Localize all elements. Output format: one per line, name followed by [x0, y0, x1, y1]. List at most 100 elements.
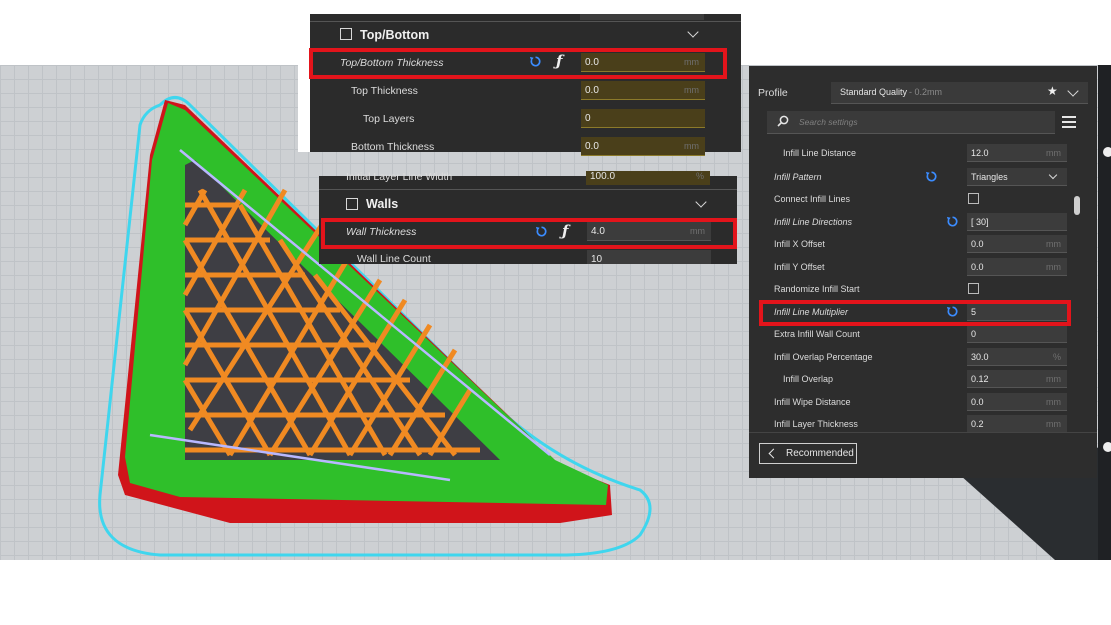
setting-value: 10: [591, 254, 603, 264]
setting-value-field[interactable]: 0.2 mm: [967, 415, 1067, 433]
section-divider: [310, 21, 741, 22]
connect-infill-checkbox[interactable]: [968, 193, 979, 204]
setting-value: 0.2: [971, 419, 984, 429]
profile-dropdown[interactable]: Standard Quality - 0.2mm ★: [831, 82, 1088, 104]
chevron-down-icon: [1048, 170, 1058, 180]
setting-row-wall-line-count[interactable]: Wall Line Count 10: [319, 248, 737, 264]
setting-value-field[interactable]: 0.0 mm: [967, 258, 1067, 276]
setting-row-infill-overlap[interactable]: Infill Overlap 0.12 mm: [749, 368, 1097, 390]
setting-label: Infill Line Multiplier: [774, 307, 849, 317]
function-icon[interactable]: ƒ: [556, 52, 562, 70]
setting-value-field[interactable]: [ 30]: [967, 213, 1067, 231]
setting-label: Connect Infill Lines: [774, 194, 851, 204]
setting-row-bottom-thickness[interactable]: Bottom Thickness 0.0 mm: [298, 134, 741, 160]
setting-value-field[interactable]: 0.0 mm: [967, 235, 1067, 253]
recommended-button[interactable]: Recommended: [759, 443, 857, 464]
setting-value: 0.12: [971, 374, 989, 384]
pattern-dropdown[interactable]: Triangles: [967, 168, 1067, 186]
setting-label: Infill Layer Thickness: [774, 419, 858, 429]
setting-value: 5: [971, 307, 977, 317]
randomize-infill-checkbox[interactable]: [968, 283, 979, 294]
setting-label: Infill Wipe Distance: [774, 397, 851, 407]
search-icon: [777, 115, 789, 127]
setting-row-topbottom-thickness[interactable]: Top/Bottom Thickness ƒ 0.0 mm: [298, 50, 741, 76]
setting-value: 0: [971, 329, 977, 339]
walls-settings-panel: Initial Layer Line Width 100.0% Walls Wa…: [319, 171, 737, 264]
setting-label: Infill X Offset: [774, 239, 825, 249]
profile-suffix: - 0.2mm: [909, 87, 943, 97]
setting-value: 0.0: [585, 85, 599, 96]
setting-value-field[interactable]: 0.0 mm: [581, 137, 705, 156]
menu-icon[interactable]: [1062, 115, 1076, 129]
setting-unit: mm: [1046, 419, 1061, 429]
topbottom-settings-panel: Top/Bottom Top/Bottom Thickness ƒ 0.0 mm …: [298, 14, 741, 156]
search-input[interactable]: Search settings: [767, 111, 1055, 134]
setting-value-field[interactable]: 0.0 mm: [967, 393, 1067, 411]
reset-icon[interactable]: [529, 55, 542, 68]
setting-unit: mm: [1046, 148, 1061, 158]
setting-label: Top Thickness: [351, 85, 418, 97]
setting-row-infill-line-directions[interactable]: Infill Line Directions [ 30]: [749, 211, 1097, 233]
setting-value: 4.0: [591, 226, 605, 237]
setting-value-field[interactable]: 10: [587, 250, 711, 264]
previous-field-stub: [580, 14, 704, 20]
chevron-down-icon[interactable]: [1067, 85, 1079, 97]
reset-icon[interactable]: [925, 170, 938, 183]
setting-row-wall-thickness[interactable]: Wall Thickness ƒ 4.0 mm: [319, 219, 737, 245]
setting-value-field[interactable]: 0: [581, 109, 705, 128]
setting-label: Initial Layer Line Width: [346, 171, 453, 183]
setting-label: Infill Overlap Percentage: [774, 352, 873, 362]
setting-row-infill-overlap-percentage[interactable]: Infill Overlap Percentage 30.0%: [749, 346, 1097, 368]
setting-label: Infill Line Distance: [783, 148, 857, 158]
setting-value-field[interactable]: 0: [967, 325, 1067, 343]
setting-label: Top Layers: [363, 113, 415, 125]
setting-row-infill-line-distance[interactable]: Infill Line Distance 12.0 mm: [749, 143, 1097, 165]
slider-handle-bottom[interactable]: [1103, 442, 1111, 452]
slider-handle-top[interactable]: [1103, 147, 1111, 157]
search-placeholder: Search settings: [799, 117, 858, 127]
setting-row-top-thickness[interactable]: Top Thickness 0.0 mm: [298, 78, 741, 104]
reset-icon[interactable]: [535, 225, 548, 238]
setting-label: Top/Bottom Thickness: [340, 57, 444, 69]
setting-value-field[interactable]: 0.0 mm: [581, 53, 705, 72]
reset-icon[interactable]: [946, 305, 959, 318]
setting-value-field[interactable]: 12.0 mm: [967, 144, 1067, 162]
setting-value-field[interactable]: 100.0%: [586, 171, 710, 185]
reset-icon[interactable]: [946, 215, 959, 228]
setting-value-field[interactable]: 0.12 mm: [967, 370, 1067, 388]
setting-row-infill-pattern[interactable]: Infill Pattern Triangles: [749, 166, 1097, 188]
setting-value-field[interactable]: 0.0 mm: [581, 81, 705, 100]
setting-row-extra-infill-wall-count[interactable]: Extra Infill Wall Count 0: [749, 323, 1097, 345]
recommended-label: Recommended: [786, 448, 854, 459]
print-settings-panel: Profile Standard Quality - 0.2mm ★ Searc…: [749, 66, 1097, 478]
setting-row-infill-wipe-distance[interactable]: Infill Wipe Distance 0.0 mm: [749, 391, 1097, 413]
setting-value: [ 30]: [971, 217, 989, 227]
footer-divider: [749, 432, 1097, 433]
setting-row-infill-y-offset[interactable]: Infill Y Offset 0.0 mm: [749, 256, 1097, 278]
setting-row-randomize-infill-start[interactable]: Randomize Infill Start: [749, 278, 1097, 300]
setting-unit: mm: [684, 141, 699, 151]
function-icon[interactable]: ƒ: [562, 222, 568, 240]
setting-unit: mm: [684, 85, 699, 95]
setting-label: Extra Infill Wall Count: [774, 329, 860, 339]
profile-label: Profile: [758, 87, 788, 99]
setting-label: Infill Overlap: [783, 374, 834, 384]
setting-value-field[interactable]: 5: [967, 303, 1067, 321]
setting-row-top-layers[interactable]: Top Layers 0: [298, 106, 741, 132]
setting-value: Triangles: [971, 172, 1008, 182]
setting-unit: mm: [1046, 262, 1061, 272]
setting-row-initial-layer-line-width[interactable]: Initial Layer Line Width 100.0%: [319, 171, 737, 185]
setting-unit: %: [695, 171, 704, 181]
setting-row-connect-infill-lines[interactable]: Connect Infill Lines: [749, 188, 1097, 210]
setting-value-field[interactable]: 30.0%: [967, 348, 1067, 366]
setting-row-infill-line-multiplier[interactable]: Infill Line Multiplier 5: [749, 301, 1097, 323]
setting-unit: %: [1052, 352, 1061, 362]
setting-unit: mm: [1046, 374, 1061, 384]
setting-value: 0.0: [585, 57, 599, 68]
setting-row-infill-x-offset[interactable]: Infill X Offset 0.0 mm: [749, 233, 1097, 255]
collapse-chevron-icon[interactable]: [695, 196, 707, 208]
setting-value-field[interactable]: 4.0 mm: [587, 222, 711, 241]
star-icon[interactable]: ★: [1047, 84, 1058, 98]
setting-label: Bottom Thickness: [351, 141, 435, 153]
setting-label: Infill Y Offset: [774, 262, 825, 272]
